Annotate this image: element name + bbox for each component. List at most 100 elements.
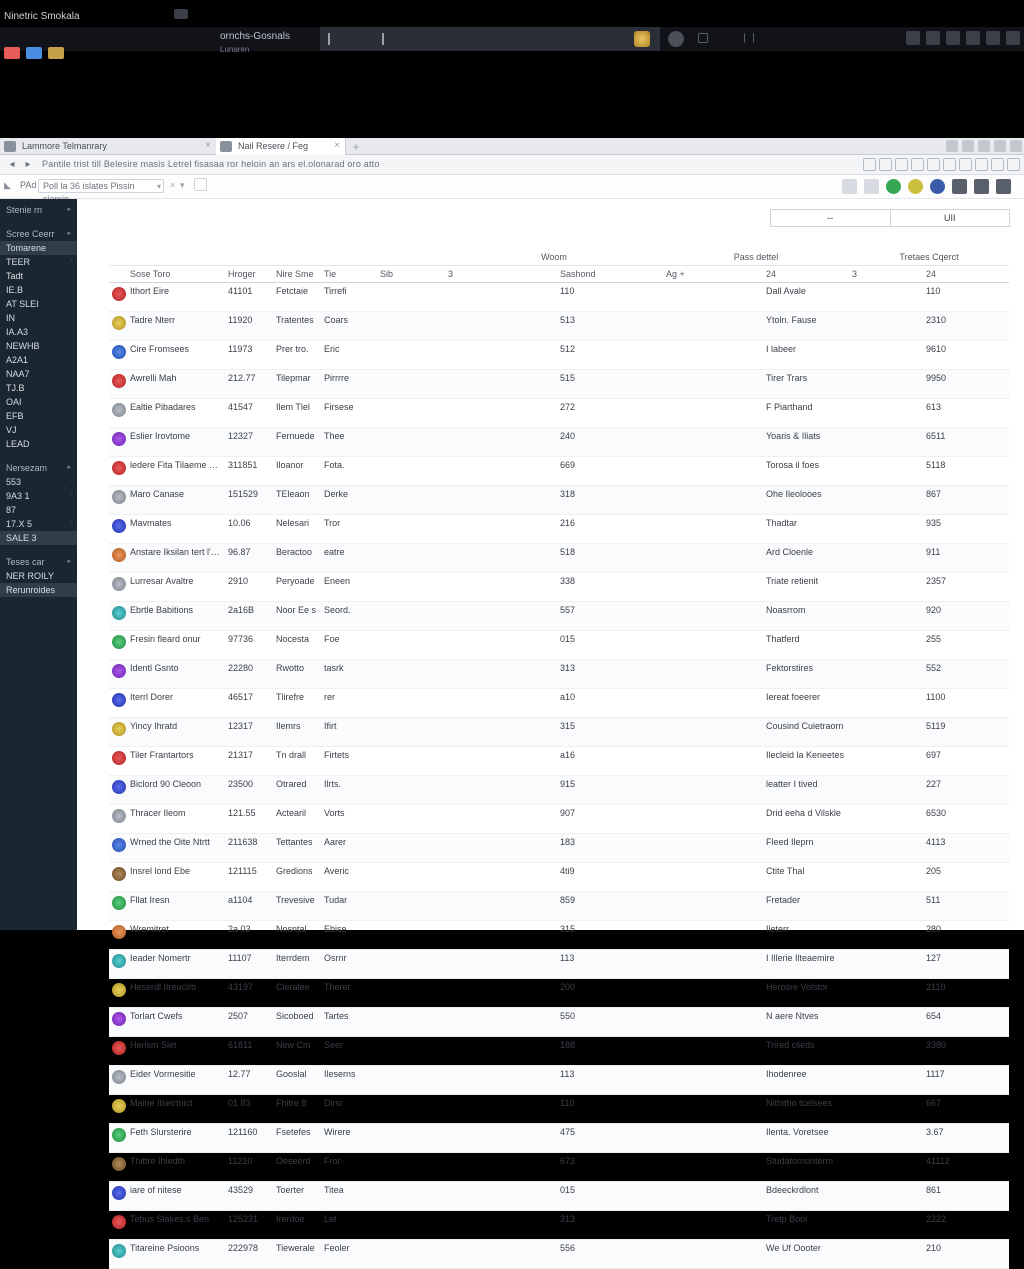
sidebar-item[interactable]: TEER·	[0, 255, 77, 269]
sidebar-item[interactable]: 553·	[0, 475, 77, 489]
sidebar-item[interactable]: NER ROILY	[0, 569, 77, 583]
sidebar-item[interactable]: LEAD	[0, 437, 77, 451]
column-header-cell[interactable]	[109, 266, 127, 282]
tab-close-icon[interactable]: ×	[202, 140, 214, 152]
tabstrip-tool-icon[interactable]	[962, 140, 974, 152]
table-row[interactable]: Anstare Iksilan tert l'rss96.87Beractooe…	[109, 544, 1009, 573]
urlbar-tool-icon[interactable]	[959, 158, 972, 171]
tab-close-icon[interactable]: ×	[331, 140, 343, 152]
view-toggle-left[interactable]: --	[771, 210, 891, 226]
grey-dot-icon[interactable]	[668, 31, 684, 47]
sidebar-item[interactable]: 9A3 1·	[0, 489, 77, 503]
table-row[interactable]: Mavmates10.06NelesariTror216Thadtar935	[109, 515, 1009, 544]
sidebar-item[interactable]: OAI	[0, 395, 77, 409]
table-row[interactable]: Ealtie Pibadares41547Ilem TlelFirsese272…	[109, 399, 1009, 428]
taskbar-app-icon[interactable]	[26, 47, 42, 59]
sidebar-item[interactable]: TJ.B	[0, 381, 77, 395]
column-header-cell[interactable]: Hroger	[225, 266, 273, 282]
new-tab-button[interactable]: +	[350, 140, 362, 152]
table-row[interactable]: Thittre Ihiedth11210OeseerdFror673Studat…	[109, 1153, 1009, 1182]
toolbar-app-icon[interactable]	[930, 179, 945, 194]
urlbar-tool-icon[interactable]	[863, 158, 876, 171]
table-row[interactable]: Maro Canase151529TEleaonDerke318Ohe Ileo…	[109, 486, 1009, 515]
browser-tab[interactable]: Nail Resere / Feg bratdaroge×	[216, 138, 346, 155]
tabstrip-tool-icon[interactable]	[994, 140, 1006, 152]
tool-ptr-icon[interactable]: ◣	[4, 180, 11, 191]
bar2-dropdown[interactable]: Poll la 36 islates Pissin siamin	[38, 179, 164, 193]
sidebar-item[interactable]: A2A1	[0, 353, 77, 367]
table-row[interactable]: Titareine Psioons222978TieweraleFeoler55…	[109, 1240, 1009, 1269]
chrome-action-icon[interactable]	[946, 31, 960, 45]
doc-icon[interactable]	[194, 178, 207, 191]
chevron-down-icon[interactable]: ▾	[180, 180, 185, 191]
column-header-cell[interactable]: 24	[923, 266, 1009, 282]
browser-tab[interactable]: Lammore Telmanrary×	[0, 138, 216, 155]
sidebar-item[interactable]: 87	[0, 503, 77, 517]
url-text[interactable]: Pantile trist till Belesire masis Letrel…	[42, 159, 380, 169]
table-row[interactable]: Feth Slursterire121160FsetefesWirere475I…	[109, 1124, 1009, 1153]
chrome-action-icon[interactable]	[986, 31, 1000, 45]
column-header-cell[interactable]: Sib	[377, 266, 445, 282]
sidebar-item[interactable]: Rerunroides	[0, 583, 77, 597]
table-row[interactable]: Lurresar Avaltre2910PeryoadeEneen338Tria…	[109, 573, 1009, 602]
sidebar-item[interactable]: IA.A3	[0, 325, 77, 339]
tabstrip-tool-icon[interactable]	[978, 140, 990, 152]
toolbar-app-icon[interactable]	[864, 179, 879, 194]
column-header-cell[interactable]: Ag +	[663, 266, 763, 282]
column-header-cell[interactable]: Sose Toro	[127, 266, 225, 282]
column-header-cell[interactable]: Tie	[321, 266, 377, 282]
table-row[interactable]: Heserdl Itreuclrb43197CleraleeTherer200H…	[109, 979, 1009, 1008]
table-row[interactable]: Ithort Eire41101FetctaieTirrefi110Dall A…	[109, 283, 1009, 312]
chrome-action-icon[interactable]	[966, 31, 980, 45]
column-header-cell[interactable]: Sashond	[557, 266, 663, 282]
chrome-action-icon[interactable]	[1006, 31, 1020, 45]
sidebar-group-header[interactable]: Scree Ceerr▸	[0, 223, 77, 241]
chrome-action-icon[interactable]	[906, 31, 920, 45]
taskbar-app-icon[interactable]	[4, 47, 20, 59]
table-row[interactable]: Fllat Iresna1104TrevesiveTudar859Fretade…	[109, 892, 1009, 921]
table-row[interactable]: ledere Fita Tilaeme Tuar311851IloanorFot…	[109, 457, 1009, 486]
sidebar-item[interactable]: NAA7	[0, 367, 77, 381]
toolbar-app-icon[interactable]	[974, 179, 989, 194]
table-row[interactable]: Thracer Ileom121.55ActearilVorts907Drid …	[109, 805, 1009, 834]
chrome-search-field[interactable]	[320, 27, 660, 51]
table-row[interactable]: Ebrtle Babitions2a16BNoor Ee sSeord.557N…	[109, 602, 1009, 631]
table-row[interactable]: Maine Ilseirtnict01 83Fhitre 8Dirsr110Ni…	[109, 1095, 1009, 1124]
column-header-cell[interactable]: Nire Sme	[273, 266, 321, 282]
sidebar-group-header[interactable]: Teses car▸	[0, 551, 77, 569]
table-row[interactable]: Identl Gsnto22280Rwottotasrk313Fektorsti…	[109, 660, 1009, 689]
table-row[interactable]: Iterrl Dorer46517Tlirefrerera10Iereat fo…	[109, 689, 1009, 718]
column-header-cell[interactable]: 3	[445, 266, 557, 282]
toolbar-app-icon[interactable]	[996, 179, 1011, 194]
sidebar-item[interactable]: VJ	[0, 423, 77, 437]
view-toggle-right[interactable]: UII	[891, 210, 1010, 226]
back-button[interactable]: ◂	[6, 159, 18, 171]
chrome-action-icon[interactable]	[926, 31, 940, 45]
sidebar-item[interactable]: AT SLEI	[0, 297, 77, 311]
sidebar-item[interactable]: IN	[0, 311, 77, 325]
table-row[interactable]: Fresin fleard onur97736NocestaFoe015That…	[109, 631, 1009, 660]
sidebar-item[interactable]: 17.X 5·	[0, 517, 77, 531]
table-row[interactable]: Cire Fromsees11973Prer tro.Eric512I labe…	[109, 341, 1009, 370]
table-row[interactable]: Wrned the Oite Ntrtt211638TettantesAarer…	[109, 834, 1009, 863]
sidebar-item[interactable]: SALE 3	[0, 531, 77, 545]
urlbar-tool-icon[interactable]	[879, 158, 892, 171]
table-row[interactable]: Yincy Ihratd12317IlemrsIfirt315Cousind C…	[109, 718, 1009, 747]
home-gold-icon[interactable]	[634, 31, 650, 47]
table-row[interactable]: Insrel lond Ebe121115GredionsAveric4ti9C…	[109, 863, 1009, 892]
sidebar-item[interactable]: Tadt	[0, 269, 77, 283]
table-row[interactable]: Ieader Nomertr11107IterrdemOsrnr113I Ill…	[109, 950, 1009, 979]
urlbar-tool-icon[interactable]	[895, 158, 908, 171]
toolbar-app-icon[interactable]	[886, 179, 901, 194]
sidebar-item[interactable]: IE.B	[0, 283, 77, 297]
urlbar-tool-icon[interactable]	[911, 158, 924, 171]
toolbar-app-icon[interactable]	[952, 179, 967, 194]
table-row[interactable]: Tadre Nterr11920TratentesCoars513Ytoln. …	[109, 312, 1009, 341]
tabstrip-tool-icon[interactable]	[946, 140, 958, 152]
column-header-cell[interactable]: 3	[849, 266, 923, 282]
table-row[interactable]: iare of nitese43529ToerterTitea015Bdeeck…	[109, 1182, 1009, 1211]
table-row[interactable]: Wremitret2a 03NosntalEbise315Ileterr280	[109, 921, 1009, 950]
sidebar-item[interactable]: NEWHB	[0, 339, 77, 353]
sidebar-item[interactable]: Tomarene	[0, 241, 77, 255]
sidebar-group-header[interactable]: Stenie rn▸	[0, 199, 77, 217]
